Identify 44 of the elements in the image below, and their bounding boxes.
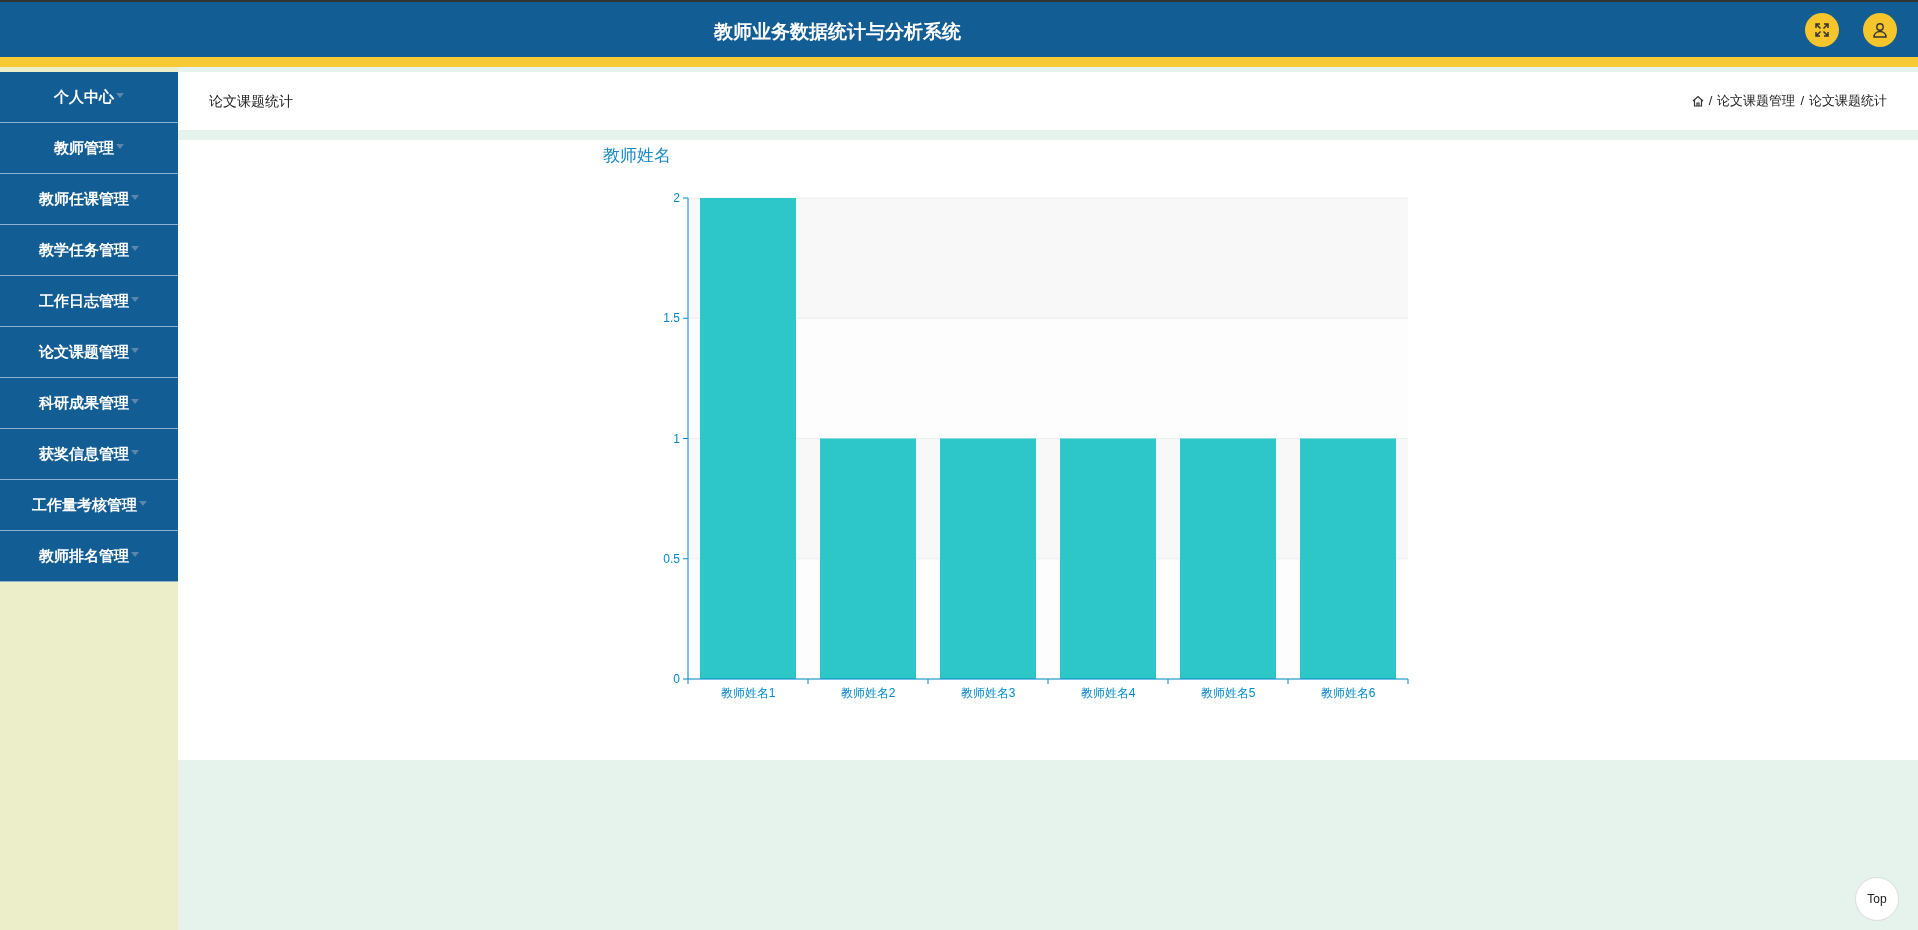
page-title: 论文课题统计 [209,91,293,111]
sidebar-menu-item[interactable]: 教师任课管理 [0,174,178,225]
sidebar-menu-item[interactable]: 个人中心 [0,72,178,123]
breadcrumb-separator: / [1800,92,1804,111]
fullscreen-button[interactable] [1805,13,1839,47]
caret-icon [131,449,139,455]
caret-icon [131,194,139,200]
y-tick-label: 1 [673,431,680,445]
caret-icon [116,143,124,149]
y-tick-label: 0.5 [663,551,680,566]
sidebar-menu-item[interactable]: 论文课题管理 [0,327,178,378]
x-tick-label: 教师姓名2 [840,685,896,700]
top-button[interactable]: Top [1855,877,1899,921]
sidebar-menu-item[interactable]: 工作量考核管理 [0,480,178,531]
expand-icon [1814,22,1830,38]
x-tick-label: 教师姓名1 [720,685,776,700]
sidebar-menu-item[interactable]: 教学任务管理 [0,225,178,276]
x-tick-label: 教师姓名5 [1200,685,1256,700]
caret-icon [131,245,139,251]
user-button[interactable] [1863,13,1897,47]
user-icon [1872,22,1888,38]
caret-icon [116,92,124,98]
breadcrumb-separator: / [1708,92,1713,111]
app-title: 教师业务数据统计与分析系统 [714,20,961,44]
sidebar-menu-item[interactable]: 教师排名管理 [0,531,178,582]
caret-icon [138,500,147,506]
sidebar-menu-item[interactable]: 工作日志管理 [0,276,178,327]
sidebar-menu-item[interactable]: 获奖信息管理 [0,429,178,480]
y-tick-label: 0 [673,671,680,686]
breadcrumb-link[interactable]: 论文课题统计 [1809,91,1887,111]
x-tick-label: 教师姓名4 [1080,685,1136,700]
caret-icon [131,347,139,353]
y-tick-label: 2 [673,190,680,205]
sidebar-menu-item[interactable]: 教师管理 [0,123,178,174]
y-tick-label: 1.5 [663,310,680,325]
caret-icon [131,398,139,404]
x-tick-label: 教师姓名6 [1320,685,1376,700]
caret-icon [131,551,139,557]
chart-title: 教师姓名 [603,145,672,167]
home-icon[interactable] [1691,95,1704,107]
x-tick-label: 教师姓名3 [960,685,1016,700]
breadcrumb-link[interactable]: 论文课题管理 [1717,91,1796,111]
sidebar-menu-item[interactable]: 科研成果管理 [0,378,178,429]
caret-icon [131,296,139,302]
